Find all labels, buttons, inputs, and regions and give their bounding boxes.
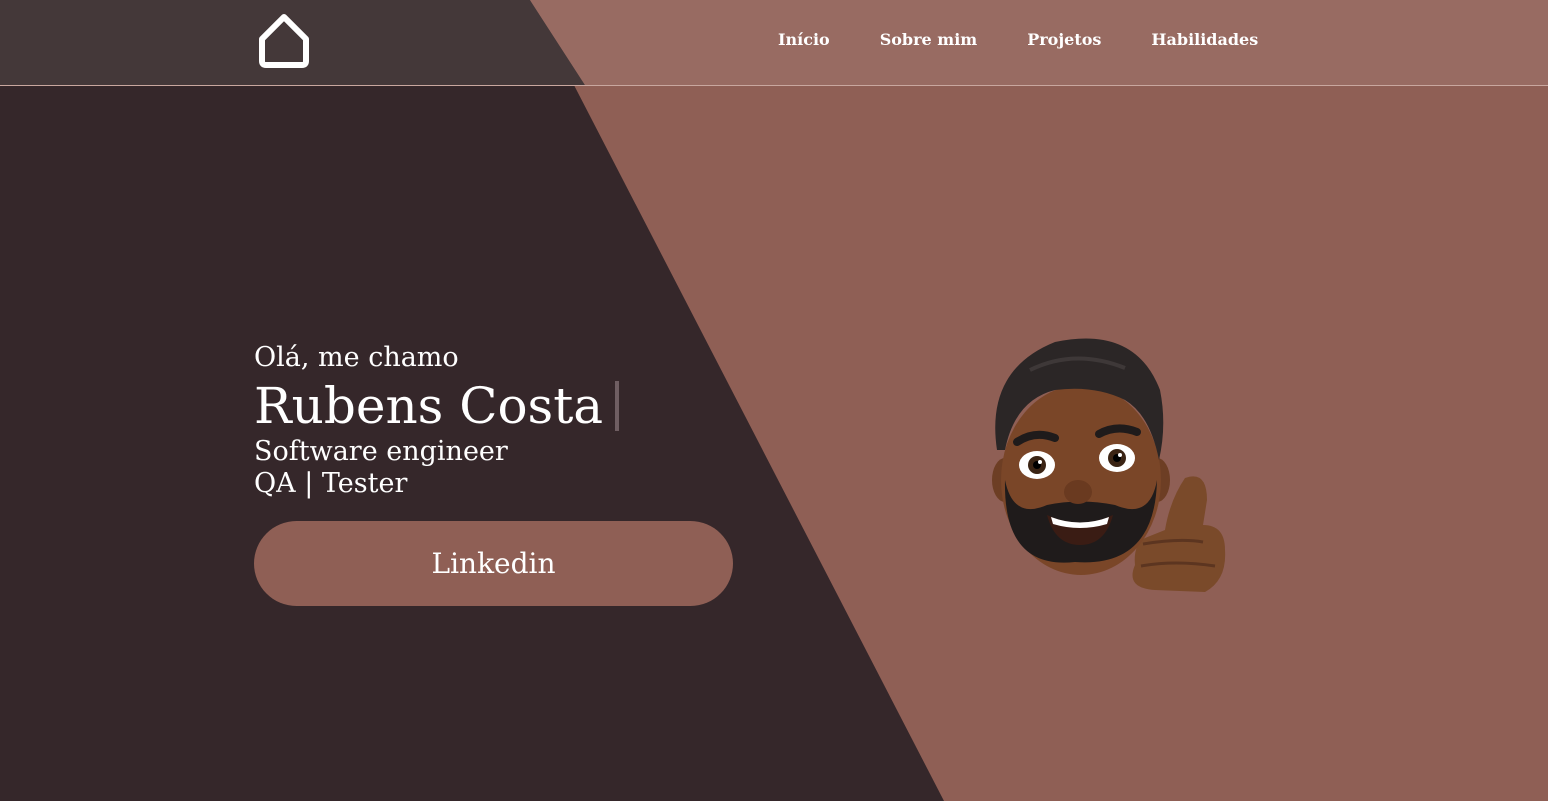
- nav-item-projetos[interactable]: Projetos: [1027, 28, 1101, 54]
- top-navbar: Início Sobre mim Projetos Habilidades: [0, 0, 1548, 86]
- memoji-avatar-graphic: [992, 338, 1226, 592]
- nav-item-habilidades[interactable]: Habilidades: [1151, 28, 1258, 54]
- role-line-2: QA | Tester: [254, 468, 408, 499]
- typing-caret: [615, 381, 620, 431]
- memoji-avatar: [975, 330, 1235, 600]
- linkedin-button[interactable]: Linkedin: [254, 521, 733, 606]
- nav-item-sobre-mim[interactable]: Sobre mim: [880, 28, 978, 54]
- hero-intro: Olá, me chamo Rubens Costa Software engi…: [254, 340, 620, 500]
- main-nav: Início Sobre mim Projetos Habilidades: [778, 28, 1258, 54]
- greeting-text: Olá, me chamo: [254, 342, 459, 373]
- nav-item-inicio[interactable]: Início: [778, 28, 830, 54]
- dark-diagonal-panel: [0, 0, 944, 801]
- name-row: Rubens Costa: [254, 376, 620, 436]
- person-name: Rubens Costa: [254, 377, 604, 435]
- home-icon-graphic: [259, 14, 309, 68]
- home-icon[interactable]: [254, 12, 314, 70]
- role-line-1: Software engineer: [254, 436, 508, 467]
